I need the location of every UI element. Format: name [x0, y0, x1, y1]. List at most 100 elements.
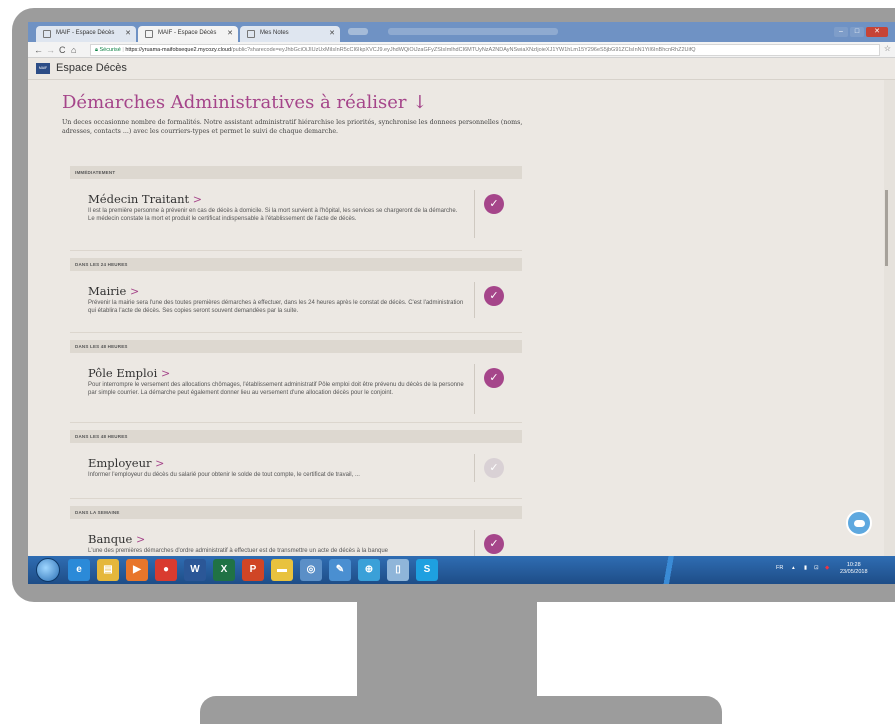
- blurred-tab-strip: [388, 28, 558, 35]
- url-host: https://yruama-maifobseque2.mycozy.cloud: [125, 47, 232, 53]
- task-description: Pour interrompre le versement des alloca…: [88, 382, 464, 396]
- back-icon[interactable]: ←: [34, 45, 43, 55]
- minimize-button[interactable]: –: [834, 27, 848, 37]
- task-description: L'une des premières démarches d'ordre ad…: [88, 548, 389, 554]
- system-clock[interactable]: 10:28 23/05/2018: [840, 562, 868, 576]
- browser-tab-active[interactable]: MAIF - Espace Décès ✕: [138, 26, 238, 42]
- task-description: Informer l'employeur du décès du salarié…: [88, 472, 360, 478]
- tray-arrow-icon[interactable]: ▴: [792, 565, 795, 571]
- chat-bubble-button[interactable]: [846, 510, 872, 536]
- language-indicator[interactable]: FR: [776, 565, 783, 571]
- close-icon[interactable]: ✕: [227, 29, 233, 37]
- task-title: Banque: [88, 532, 133, 546]
- task-title-link[interactable]: Pôle Emploi >: [88, 366, 528, 380]
- task-divider: [474, 190, 475, 238]
- chevron-right-icon: >: [160, 367, 171, 380]
- monitor-base: [200, 696, 722, 724]
- page-title: Démarches Administratives à réaliser ↓: [62, 92, 428, 113]
- monitor-illustration: MAIF - Espace Décès ✕ MAIF - Espace Décè…: [0, 0, 895, 724]
- checkmark-icon[interactable]: ✓: [484, 458, 504, 478]
- new-tab-button[interactable]: [348, 28, 368, 35]
- ie-icon[interactable]: e: [68, 559, 90, 581]
- folder-icon[interactable]: ▬: [271, 559, 293, 581]
- task-item[interactable]: Médecin Traitant > Il est la première per…: [88, 192, 528, 223]
- chevron-right-icon: >: [192, 193, 203, 206]
- tray-network-icon[interactable]: ⊡: [814, 565, 819, 571]
- close-icon[interactable]: ✕: [329, 29, 335, 37]
- maif-logo: MAIF: [36, 63, 50, 74]
- task-divider: [474, 364, 475, 414]
- scrollbar-thumb[interactable]: [885, 190, 888, 266]
- excel-icon[interactable]: X: [213, 559, 235, 581]
- taskbar-decoration: [628, 556, 758, 584]
- notepad-icon[interactable]: ▯: [387, 559, 409, 581]
- url-path: /public?sharecode=eyJhbGciOiJIUzUxMiIsIn…: [231, 47, 696, 53]
- monitor-neck: [357, 602, 537, 698]
- task-description: Il est la première personne à prévenir e…: [88, 208, 458, 222]
- task-title-link[interactable]: Médecin Traitant >: [88, 192, 528, 206]
- task-separator: [70, 250, 522, 251]
- tray-volume-icon[interactable]: ◆: [825, 565, 829, 571]
- chrome-icon[interactable]: ●: [155, 559, 177, 581]
- task-title: Employeur: [88, 456, 152, 470]
- skype-icon[interactable]: S: [416, 559, 438, 581]
- browser-toolbar: ← → C ⌂ 🔒︎ Sécurisé | https://yruama-mai…: [28, 42, 895, 58]
- task-title-link[interactable]: Banque >: [88, 532, 528, 546]
- task-item[interactable]: Employeur > Informer l'employeur du décès…: [88, 456, 528, 479]
- app-header: MAIF Espace Décès: [28, 58, 895, 80]
- browser-tab[interactable]: MAIF - Espace Décès ✕: [36, 26, 136, 42]
- checkmark-icon[interactable]: ✓: [484, 368, 504, 388]
- checkmark-icon[interactable]: ✓: [484, 194, 504, 214]
- section-header: DANS LES 24 HEURES: [70, 258, 522, 271]
- scrollbar[interactable]: [884, 80, 895, 556]
- task-description: Prévenir la mairie sera l'une des toutes…: [88, 300, 464, 314]
- word-icon[interactable]: W: [184, 559, 206, 581]
- task-title: Médecin Traitant: [88, 192, 190, 206]
- home-icon[interactable]: ⌂: [71, 45, 76, 55]
- page-intro: Un deces occasionne nombre de formalités…: [62, 119, 523, 135]
- task-divider: [474, 530, 475, 558]
- monitor-screen: MAIF - Espace Décès ✕ MAIF - Espace Décè…: [28, 22, 895, 584]
- maximize-button[interactable]: □: [850, 27, 864, 37]
- windows-taskbar: e ▤ ▶ ● W X P ▬ ◎ ✎ ⊕ ▯ S FR ▴ ▮ ⊡ ◆ 10:28 23/05/201…: [28, 556, 895, 584]
- section-header: DANS LA SEMAINE: [70, 506, 522, 519]
- tab-label: Mes Notes: [260, 30, 289, 36]
- task-title-link[interactable]: Mairie >: [88, 284, 528, 298]
- network-icon[interactable]: ◎: [300, 559, 322, 581]
- section-header: IMMÉDIATEMENT: [70, 166, 522, 179]
- paint-icon[interactable]: ✎: [329, 559, 351, 581]
- clock-date: 23/05/2018: [840, 569, 868, 575]
- reload-icon[interactable]: C: [59, 45, 66, 55]
- close-window-button[interactable]: ✕: [866, 27, 888, 37]
- chevron-right-icon: >: [135, 533, 146, 546]
- forward-icon[interactable]: →: [46, 45, 55, 55]
- task-title: Mairie: [88, 284, 127, 298]
- task-title-link[interactable]: Employeur >: [88, 456, 528, 470]
- address-bar[interactable]: 🔒︎ Sécurisé | https://yruama-maifobseque…: [90, 44, 880, 56]
- explorer-icon[interactable]: ▤: [97, 559, 119, 581]
- task-separator: [70, 422, 522, 423]
- powerpoint-icon[interactable]: P: [242, 559, 264, 581]
- tab-label: MAIF - Espace Décès: [158, 30, 217, 36]
- checkmark-icon[interactable]: ✓: [484, 534, 504, 554]
- task-separator: [70, 332, 522, 333]
- tab-favicon-icon: [43, 30, 51, 38]
- checkmark-icon[interactable]: ✓: [484, 286, 504, 306]
- media-player-icon[interactable]: ▶: [126, 559, 148, 581]
- chevron-right-icon: >: [129, 285, 140, 298]
- close-icon[interactable]: ✕: [125, 29, 131, 37]
- tray-flag-icon[interactable]: ▮: [804, 565, 807, 571]
- section-header: DANS LES 48 HEURES: [70, 430, 522, 443]
- bookmark-star-icon[interactable]: ☆: [884, 44, 891, 53]
- task-title: Pôle Emploi: [88, 366, 158, 380]
- task-item[interactable]: Pôle Emploi > Pour interrompre le verseme…: [88, 366, 528, 397]
- task-divider: [474, 282, 475, 318]
- globe-icon[interactable]: ⊕: [358, 559, 380, 581]
- section-header: DANS LES 48 HEURES: [70, 340, 522, 353]
- start-button[interactable]: [36, 558, 60, 582]
- browser-tab-bar: MAIF - Espace Décès ✕ MAIF - Espace Décè…: [28, 22, 895, 42]
- browser-tab[interactable]: Mes Notes ✕: [240, 26, 340, 42]
- tab-favicon-icon: [247, 30, 255, 38]
- task-item[interactable]: Banque > L'une des premières démarches d'…: [88, 532, 528, 555]
- task-item[interactable]: Mairie > Prévenir la mairie sera l'une de…: [88, 284, 528, 315]
